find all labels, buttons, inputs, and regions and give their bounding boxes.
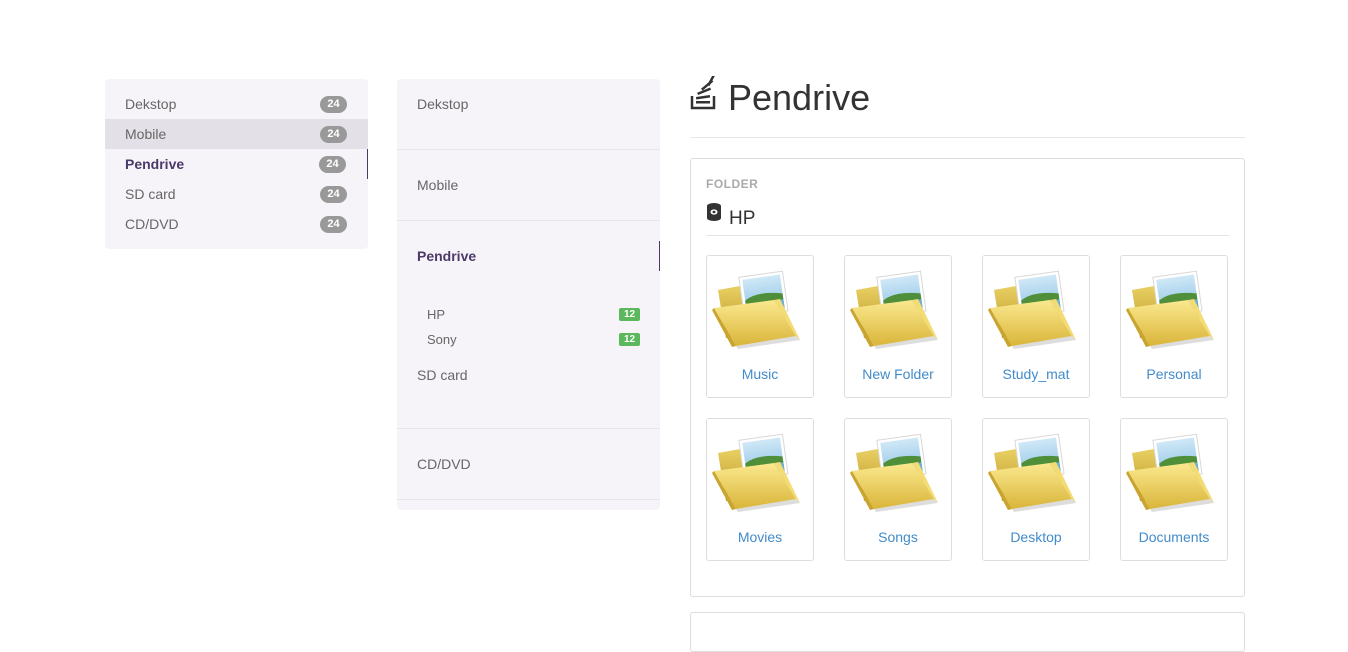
nav-item-label: SD card: [417, 367, 468, 383]
nav2-item-pendrive[interactable]: Pendrive: [397, 221, 660, 291]
nav2-item-sd-card[interactable]: SD card: [397, 352, 660, 429]
title-divider: [690, 137, 1245, 138]
folder-icon: [850, 268, 938, 355]
subitem-hp[interactable]: HP 12: [427, 302, 640, 327]
count-badge: 24: [320, 96, 347, 113]
folder-panel: FOLDER HP Music New Folder Study_mat Per…: [690, 158, 1245, 597]
folder-tile-desktop[interactable]: Desktop: [982, 418, 1090, 561]
nav-item-desktop[interactable]: Dekstop 24: [105, 89, 368, 119]
folder-icon: [988, 268, 1076, 355]
folder-tile-movies[interactable]: Movies: [706, 418, 814, 561]
database-icon: [706, 202, 722, 231]
folder-label: New Folder: [862, 366, 934, 382]
folder-tile-songs[interactable]: Songs: [844, 418, 952, 561]
nav2-item-desktop[interactable]: Dekstop: [397, 79, 660, 150]
nav-item-label: CD/DVD: [125, 216, 179, 232]
page-title: Pendrive: [690, 74, 871, 120]
nav-item-label: Dekstop: [417, 96, 469, 112]
subitem-sony[interactable]: Sony 12: [427, 327, 640, 352]
subitem-label: HP: [427, 307, 446, 322]
section-heading-text: HP: [729, 208, 756, 229]
nav-item-label: Pendrive: [417, 248, 477, 264]
folder-icon: [1126, 431, 1214, 518]
second-panel: [690, 612, 1245, 652]
folder-label: Music: [741, 366, 779, 382]
count-badge: 24: [320, 216, 347, 233]
nav-item-label: SD card: [125, 186, 176, 202]
count-badge: 24: [319, 156, 346, 173]
folder-tile-study-mat[interactable]: Study_mat: [982, 255, 1090, 398]
folder-label: Study_mat: [1002, 366, 1070, 382]
nav2-item-mobile[interactable]: Mobile: [397, 150, 660, 221]
count-badge: 12: [619, 308, 640, 321]
folder-tile-music[interactable]: Music: [706, 255, 814, 398]
folder-label: Personal: [1146, 366, 1202, 382]
nav-item-label: Dekstop: [125, 96, 177, 112]
folder-tile-new-folder[interactable]: New Folder: [844, 255, 952, 398]
nav-item-label: Mobile: [125, 126, 167, 142]
nav-item-label: Pendrive: [125, 156, 185, 172]
folder-icon: [1126, 268, 1214, 355]
folder-label: Documents: [1138, 529, 1210, 545]
nav-item-label: Mobile: [417, 177, 459, 193]
count-badge: 24: [320, 186, 347, 203]
folder-icon: [850, 431, 938, 518]
active-marker: [659, 241, 660, 271]
nav-item-mobile[interactable]: Mobile 24: [105, 119, 368, 149]
nav-item-pendrive[interactable]: Pendrive 24: [105, 149, 368, 179]
pendrive-submenu: HP 12 Sony 12: [397, 291, 660, 352]
nav-item-sd-card[interactable]: SD card 24: [105, 179, 368, 209]
nav-item-cd-dvd[interactable]: CD/DVD 24: [105, 209, 368, 239]
folder-label: Songs: [878, 529, 918, 545]
primary-nav: Dekstop 24 Mobile 24 Pendrive 24 SD card…: [105, 79, 368, 249]
folder-label: Movies: [737, 529, 783, 545]
section-label: FOLDER: [706, 177, 759, 191]
count-badge: 12: [619, 333, 640, 346]
subitem-label: Sony: [427, 332, 457, 347]
nav2-item-cd-dvd[interactable]: CD/DVD: [397, 429, 660, 500]
folder-icon: [712, 268, 800, 355]
stack-icon: [690, 74, 718, 120]
count-badge: 24: [320, 126, 347, 143]
secondary-nav: Dekstop Mobile Pendrive HP 12 Sony 12 SD…: [397, 79, 660, 510]
folder-icon: [712, 431, 800, 518]
folder-tile-personal[interactable]: Personal: [1120, 255, 1228, 398]
folder-label: Desktop: [1010, 529, 1062, 545]
section-heading: HP: [706, 202, 1229, 236]
page-title-text: Pendrive: [728, 77, 871, 118]
nav-item-label: CD/DVD: [417, 456, 471, 472]
folder-icon: [988, 431, 1076, 518]
folder-tile-documents[interactable]: Documents: [1120, 418, 1228, 561]
